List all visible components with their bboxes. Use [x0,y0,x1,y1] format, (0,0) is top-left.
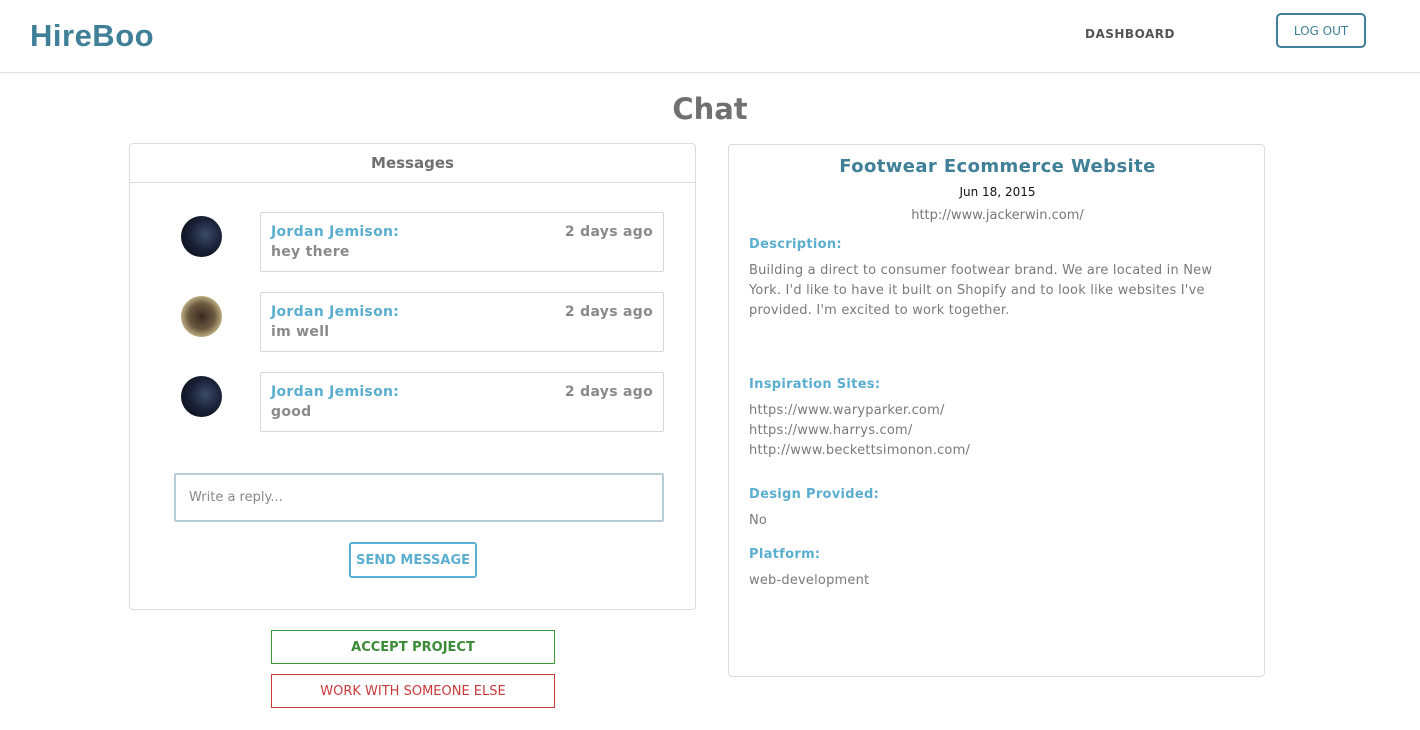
design-provided-value: No [749,513,768,528]
avatar [181,216,222,257]
send-message-button[interactable]: SEND MESSAGE [349,542,477,578]
work-with-someone-else-button[interactable]: WORK WITH SOMEONE ELSE [271,674,555,708]
project-date: Jun 18, 2015 [959,185,1036,199]
description-line: provided. I'm excited to work together. [749,303,1010,318]
message-text: hey there [271,244,350,260]
top-navbar: HireBoo DASHBOARD LOG OUT [0,0,1420,73]
message-item: Jordan Jemison: 2 days ago good [130,372,697,432]
message-item: Jordan Jemison: 2 days ago hey there [130,212,697,272]
platform-label: Platform: [749,547,821,562]
message-text: good [271,404,312,420]
message-author: Jordan Jemison: [271,224,400,240]
project-details-panel: Footwear Ecommerce Website Jun 18, 2015 … [728,144,1265,677]
avatar [181,296,222,337]
message-item: Jordan Jemison: 2 days ago im well [130,292,697,352]
messages-panel-header: Messages [130,144,695,183]
inspiration-site-link[interactable]: http://www.beckettsimonon.com/ [749,441,1249,461]
message-author: Jordan Jemison: [271,304,400,320]
project-url[interactable]: http://www.jackerwin.com/ [729,208,1266,223]
inspiration-site-link[interactable]: https://www.waryparker.com/ [749,401,1249,421]
project-title: Footwear Ecommerce Website [839,156,1156,177]
platform-value: web-development [749,573,870,588]
design-provided-label: Design Provided: [749,487,880,502]
inspiration-site-link[interactable]: https://www.harrys.com/ [749,421,1249,441]
brand-logo[interactable]: HireBoo [30,18,154,54]
message-bubble: Jordan Jemison: 2 days ago good [260,372,664,432]
logout-button[interactable]: LOG OUT [1276,13,1366,48]
inspiration-sites-label: Inspiration Sites: [749,377,881,392]
message-bubble: Jordan Jemison: 2 days ago hey there [260,212,664,272]
nav-dashboard-link[interactable]: DASHBOARD [1085,27,1175,41]
message-timestamp: 2 days ago [564,304,653,320]
reply-input[interactable] [174,473,664,522]
accept-project-button[interactable]: ACCEPT PROJECT [271,630,555,664]
inspiration-sites-list: https://www.waryparker.com/ https://www.… [749,401,1249,461]
description-label: Description: [749,237,842,252]
description-line: Building a direct to consumer footwear b… [749,263,1213,278]
message-text: im well [271,324,330,340]
message-bubble: Jordan Jemison: 2 days ago im well [260,292,664,352]
description-text: Building a direct to consumer footwear b… [749,261,1249,321]
description-line: York. I'd like to have it built on Shopi… [749,283,1205,298]
message-author: Jordan Jemison: [271,384,400,400]
avatar [181,376,222,417]
message-timestamp: 2 days ago [564,384,653,400]
message-timestamp: 2 days ago [564,224,653,240]
page-title: Chat [672,92,748,126]
messages-panel: Messages Jordan Jemison: 2 days ago hey … [129,143,696,610]
